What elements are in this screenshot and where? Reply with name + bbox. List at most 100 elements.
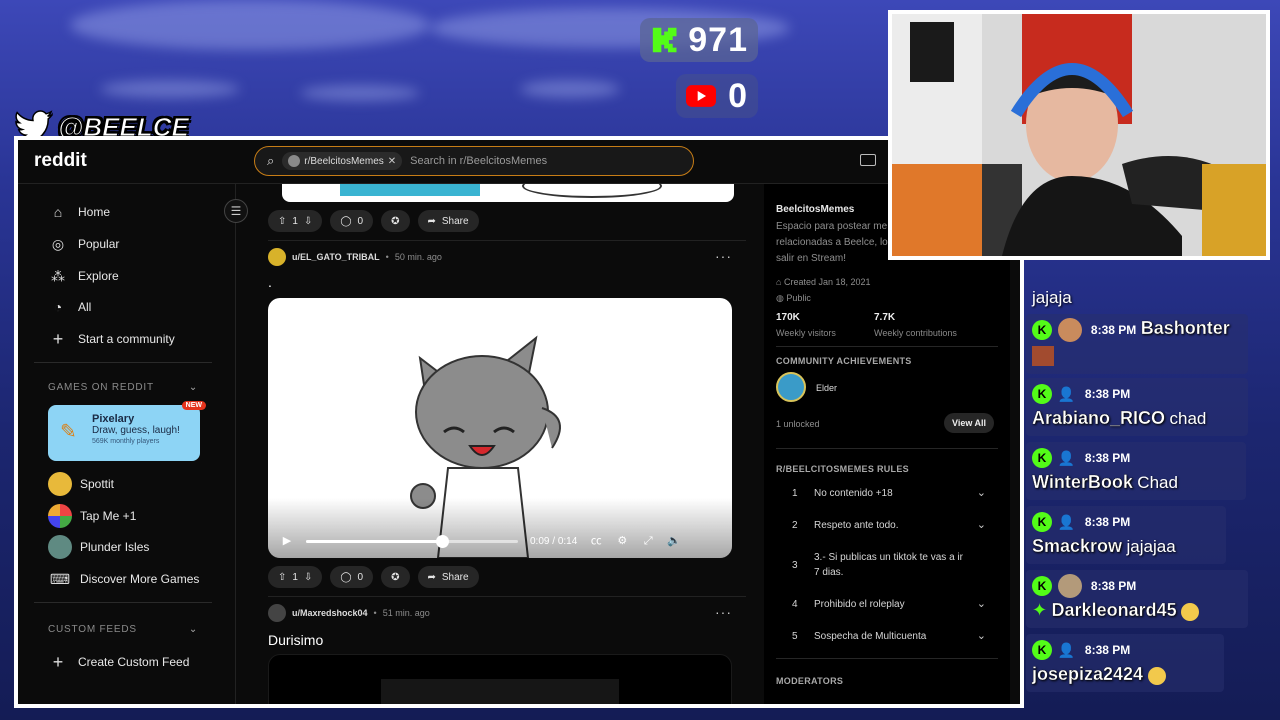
rule-item[interactable]: 5 Sospecha de Multicuenta ⌄	[792, 629, 986, 644]
weekly-visitors-count: 170K	[776, 312, 800, 323]
close-icon[interactable]: ✕	[388, 156, 396, 167]
volume-icon[interactable]: 🔈	[667, 534, 681, 548]
chat-username: josepiza2424	[1032, 664, 1144, 684]
advertise-icon[interactable]	[860, 154, 876, 166]
collapse-sidebar-button[interactable]: ☰	[224, 199, 248, 223]
chat-message-text: chad	[1169, 409, 1207, 428]
weekly-contributions-label: Weekly contributions	[874, 328, 957, 338]
grin-emote-icon	[1147, 666, 1166, 685]
youtube-count: 0	[728, 76, 748, 115]
sidebar-item-start-community[interactable]: + Start a community	[50, 330, 175, 348]
upvote-icon[interactable]: ⇧	[278, 216, 286, 227]
cloud-decoration	[100, 80, 240, 98]
chat-username: WinterBook	[1032, 472, 1133, 492]
share-button[interactable]: ➦ Share	[417, 566, 479, 588]
post-menu-icon[interactable]: ···	[715, 248, 732, 264]
downvote-icon[interactable]: ⇩	[304, 572, 312, 583]
video-progress-handle[interactable]	[435, 534, 449, 548]
featured-game-card[interactable]: ✎ Pixelary Draw, guess, laugh! 569K mont…	[48, 401, 206, 461]
share-label: Share	[441, 215, 469, 227]
user-avatar[interactable]	[268, 604, 286, 622]
grin-emote-icon	[1181, 602, 1200, 621]
chat-username: Darkleonard45	[1051, 600, 1177, 620]
view-all-button[interactable]: View All	[944, 413, 995, 433]
vote-count: 1	[292, 215, 298, 227]
section-header-label: CUSTOM FEEDS	[48, 624, 137, 635]
search-input[interactable]: Search in r/BeelcitosMemes	[410, 155, 547, 167]
game-item-tap-me[interactable]: Tap Me +1	[48, 504, 136, 528]
community-description: salir en Stream!	[776, 253, 847, 264]
reddit-logo[interactable]: reddit	[34, 150, 87, 172]
play-icon[interactable]: ▶	[280, 534, 294, 548]
comment-icon: ◯	[340, 571, 352, 583]
user-avatar[interactable]	[268, 248, 286, 266]
downvote-icon[interactable]: ⇩	[304, 216, 312, 227]
rule-item[interactable]: 3 3.- Si publicas un tiktok te vas a ir 7…	[792, 550, 986, 580]
search-bar[interactable]: ⌕ r/BeelcitosMemes ✕ Search in r/Beelcit…	[254, 146, 694, 176]
create-custom-feed[interactable]: + Create Custom Feed	[50, 653, 190, 671]
post-title[interactable]: .	[268, 274, 272, 290]
sidebar-item-label: All	[78, 300, 92, 314]
video-player[interactable]	[268, 654, 732, 704]
fullscreen-icon[interactable]: ⤢	[641, 534, 655, 548]
chat-message: K 8:38 PM ✦ Darkleonard45	[1032, 574, 1272, 621]
sidebar-item-popular[interactable]: ◎ Popular	[50, 236, 119, 252]
popular-icon: ◎	[51, 236, 65, 252]
post-title[interactable]: Durisimo	[268, 632, 323, 648]
rule-item[interactable]: 1 No contenido +18 ⌄	[792, 486, 986, 501]
vote-control[interactable]: ⇧ 1 ⇩	[268, 210, 323, 232]
community-visibility: ◍ Public	[776, 290, 811, 306]
video-progress-bar[interactable]	[306, 534, 518, 548]
created-date: Created Jan 18, 2021	[783, 277, 871, 287]
new-badge: NEW	[181, 401, 206, 410]
kick-badge-icon: K	[1032, 448, 1052, 468]
divider	[776, 658, 998, 659]
sidebar-item-all[interactable]: ◔ All	[50, 299, 92, 315]
video-progress-fill	[306, 539, 442, 543]
game-item-discover[interactable]: ⌨ Discover More Games	[48, 567, 199, 591]
post-author[interactable]: u/EL_GATO_TRIBAL	[292, 252, 380, 262]
award-button[interactable]: ✪	[381, 210, 410, 232]
custom-feeds-header[interactable]: CUSTOM FEEDS ⌄	[48, 624, 198, 635]
community-name[interactable]: BeelcitosMemes	[776, 204, 854, 215]
home-icon: ⌂	[53, 204, 63, 220]
captions-icon[interactable]: ㏄	[589, 534, 603, 548]
game-players: 569K monthly players	[92, 438, 160, 445]
chat-time: 8:38 PM	[1084, 643, 1131, 657]
achievement-badge-icon[interactable]	[776, 372, 806, 402]
post-meta: u/EL_GATO_TRIBAL • 50 min. ago	[268, 248, 442, 266]
kick-badge-icon: K	[1032, 512, 1052, 532]
upvote-icon[interactable]: ⇧	[278, 572, 286, 583]
rule-item[interactable]: 2 Respeto ante todo. ⌄	[792, 518, 986, 533]
search-icon: ⌕	[267, 153, 275, 168]
subreddit-chip[interactable]: r/BeelcitosMemes ✕	[282, 152, 403, 170]
game-label: Plunder Isles	[80, 540, 150, 554]
comments-button[interactable]: ◯ 0	[330, 566, 374, 588]
post-menu-icon[interactable]: ···	[715, 604, 732, 620]
weekly-contributions-count: 7.7K	[874, 312, 896, 323]
post-divider	[268, 240, 746, 241]
share-icon: ➦	[427, 215, 436, 227]
rules-header: R/BEELCITOSMEMES RULES	[776, 464, 909, 474]
game-item-plunder-isles[interactable]: Plunder Isles	[48, 535, 149, 559]
award-button[interactable]: ✪	[381, 566, 410, 588]
vote-control[interactable]: ⇧ 1 ⇩	[268, 566, 323, 588]
comments-button[interactable]: ◯ 0	[330, 210, 374, 232]
chevron-down-icon: ⌄	[976, 487, 986, 499]
weekly-visitors-label: Weekly visitors	[776, 328, 836, 338]
games-section-header[interactable]: GAMES ON REDDIT ⌄	[48, 382, 198, 393]
rule-item[interactable]: 4 Prohibido el roleplay ⌄	[792, 597, 986, 612]
kick-badge-icon: K	[1032, 384, 1052, 404]
settings-gear-icon[interactable]: ⚙	[615, 534, 629, 548]
share-button[interactable]: ➦ Share	[417, 210, 479, 232]
pencil-icon: ✎	[60, 421, 77, 443]
post-author[interactable]: u/Maxredshock04	[292, 608, 368, 618]
video-player[interactable]: ▶ 0:09 / 0:14 ㏄ ⚙ ⤢ 🔈	[268, 298, 732, 558]
game-label: Tap Me +1	[80, 509, 137, 523]
sidebar-item-explore[interactable]: ⁂ Explore	[50, 268, 119, 284]
sidebar-item-home[interactable]: ⌂ Home	[50, 204, 110, 220]
chat-username: Arabiano_RICO	[1032, 408, 1166, 428]
chat-time: 8:38 PM	[1090, 323, 1137, 337]
game-item-spottit[interactable]: Spottit	[48, 472, 114, 496]
user-icon: 👤	[1057, 450, 1076, 466]
